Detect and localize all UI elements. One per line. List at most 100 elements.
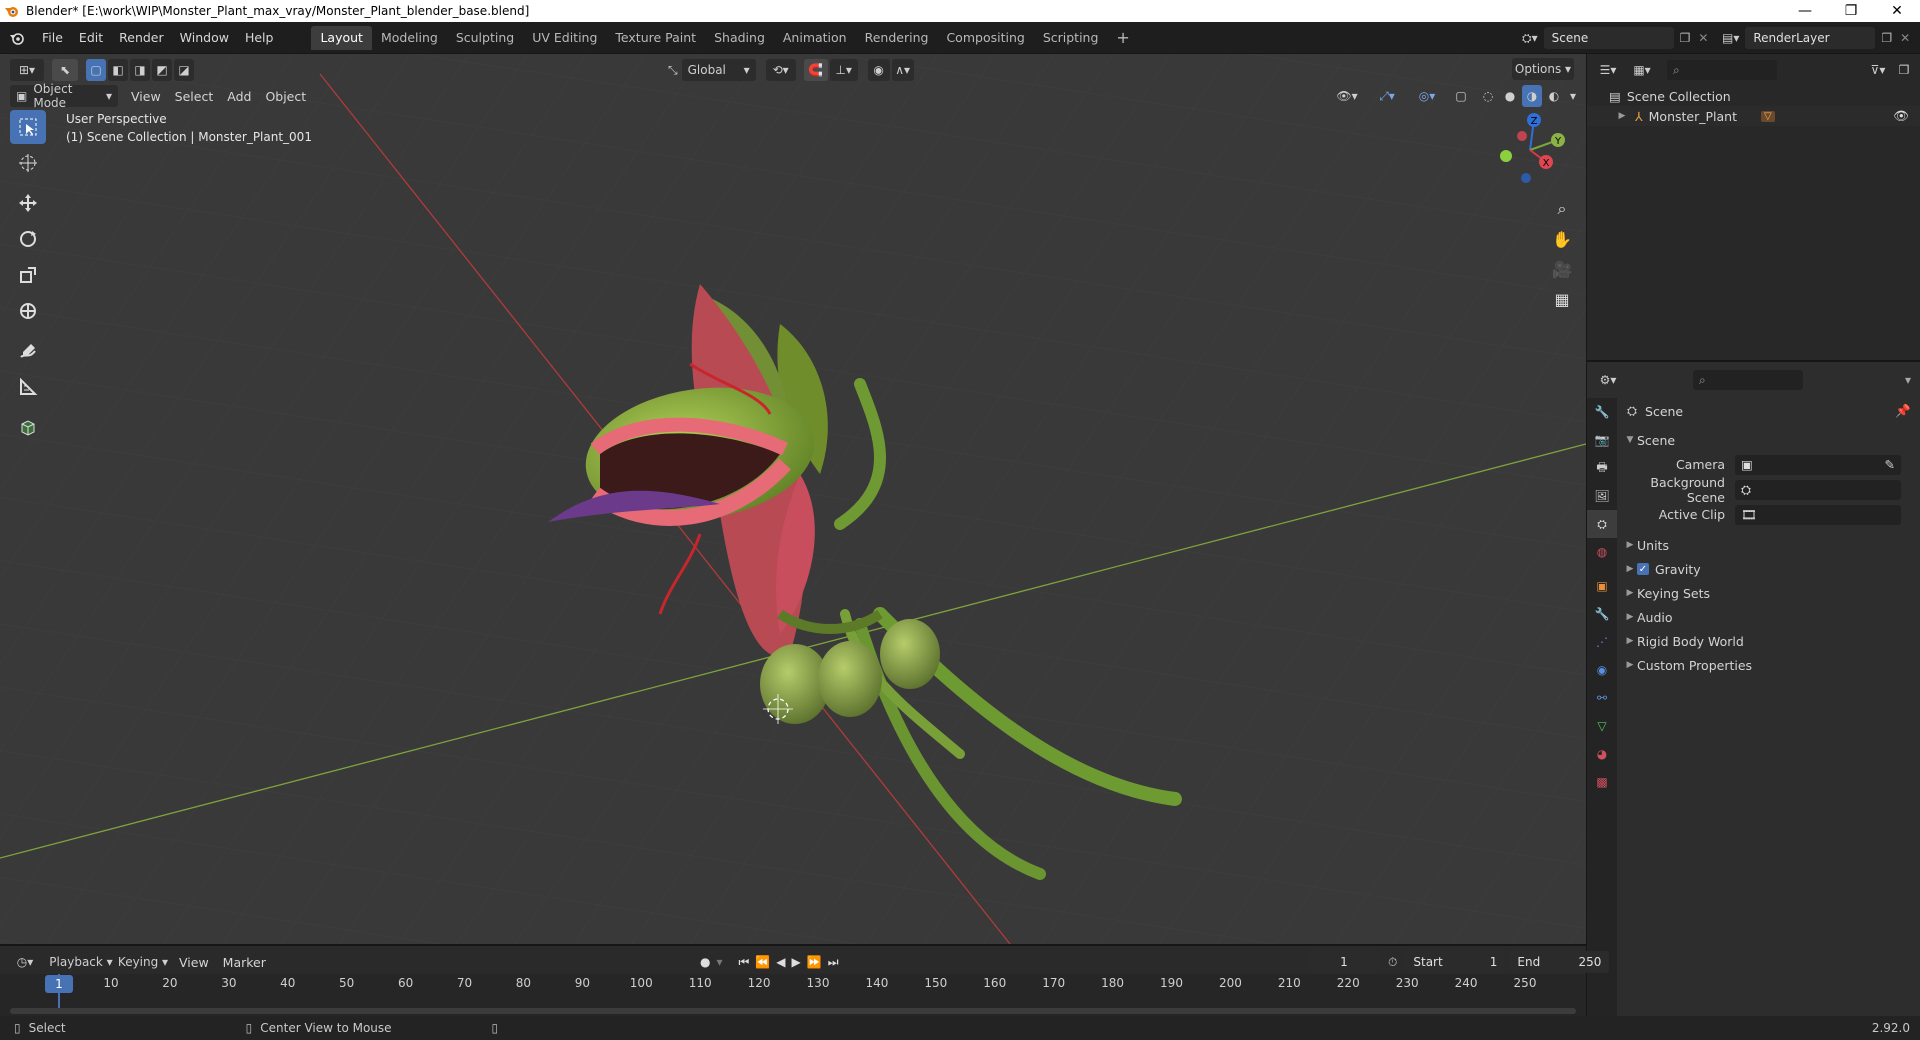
menu-object[interactable]: Object [258,89,313,104]
tab-particles-icon[interactable]: ⋰ [1587,628,1617,656]
timeline-scrollbar[interactable] [10,1008,1576,1014]
select-box-icon[interactable] [10,110,46,144]
properties-options-icon[interactable]: ▾ [1905,373,1911,387]
filter-icon[interactable]: ⊽▾ [1863,59,1893,81]
tab-scripting[interactable]: Scripting [1034,26,1108,50]
options-dropdown[interactable]: Options ▾ [1512,58,1574,80]
cursor-tool-icon[interactable] [10,146,46,180]
properties-editor-type-icon[interactable]: ⚙▾ [1593,369,1623,391]
jump-end-icon[interactable]: ⏭ [828,955,839,970]
next-keyframe-icon[interactable]: ⏩ [807,955,822,969]
active-clip-field[interactable]: 🎞 [1735,504,1901,525]
eyedropper-icon[interactable]: ✎ [1885,457,1895,472]
menu-help[interactable]: Help [237,22,282,54]
measure-tool-icon[interactable] [10,370,46,404]
expand-arrow-icon[interactable]: ▶ [1615,111,1629,121]
display-mode-icon[interactable]: ▦▾ [1627,59,1657,81]
scale-tool-icon[interactable] [10,258,46,292]
pan-hand-icon[interactable]: ✋ [1548,224,1576,254]
object-mode-dropdown[interactable]: ▣ Object Mode ▾ [10,82,118,110]
panel-audio[interactable]: ▶ Audio [1617,605,1920,629]
add-cube-tool-icon[interactable] [10,410,46,444]
overlay-toggle-icon[interactable]: ◎▾ [1410,85,1444,107]
tab-tool-icon[interactable]: 🔧 [1587,398,1617,426]
timeline-view-menu[interactable]: View [172,955,216,970]
tab-modeling[interactable]: Modeling [372,26,447,50]
restore-icon[interactable]: ❐ [1828,0,1874,22]
scene-panel-header[interactable]: ▼ Scene [1617,428,1920,452]
3d-viewport[interactable]: ⊞▾ ⬉ ▢ ◧ ◨ ◩ ◪ ⤡ Global ▾ ⟲▾ 🧲 ⊥▾ ◉ ∧▾ Op… [0,54,1586,944]
tab-animation[interactable]: Animation [774,26,856,50]
tab-render-icon[interactable]: 📷 [1587,426,1617,454]
view-layer-field[interactable]: RenderLayer [1745,27,1876,49]
auto-keying-options-icon[interactable]: ▾ [716,955,722,969]
shading-wireframe-icon[interactable]: ◌ [1478,85,1498,107]
tab-view-layer-icon[interactable]: 🖼 [1587,482,1617,510]
menu-render[interactable]: Render [111,22,172,54]
annotate-tool-icon[interactable] [10,334,46,368]
select-mode-subtract-icon[interactable]: ◨ [130,59,150,81]
xray-toggle-icon[interactable]: ▢ [1450,85,1472,107]
jump-start-icon[interactable]: ⏮ [739,955,750,970]
frame-ruler[interactable]: 10 20 30 40 50 60 70 80 90 100 110 120 130 140 150 160 1… [0,974,1586,1018]
start-frame-field[interactable]: Start 1 [1405,951,1506,973]
menu-select[interactable]: Select [168,89,221,104]
camera-view-icon[interactable]: 🎥 [1548,254,1576,284]
auto-keying-icon[interactable]: ● [700,955,710,969]
tab-scene-icon[interactable]: ⛭ [1587,510,1617,538]
tab-rendering[interactable]: Rendering [856,26,938,50]
tab-physics-icon[interactable]: ◉ [1587,656,1617,684]
snap-target-icon[interactable]: ⊥▾ [829,59,858,81]
tab-compositing[interactable]: Compositing [937,26,1033,50]
outliner-editor-type-icon[interactable]: ☰▾ [1593,59,1623,81]
select-tool-icon[interactable]: ⬉ [52,59,78,81]
snap-toggle-icon[interactable]: 🧲 [803,59,828,81]
select-mode-intersect-icon[interactable]: ◪ [174,59,194,81]
new-scene-icon[interactable]: ❐ [1680,31,1691,45]
falloff-icon[interactable]: ∧▾ [891,59,914,81]
visibility-icon[interactable]: 👁▾ [1330,85,1364,107]
shading-solid-icon[interactable]: ● [1500,85,1520,107]
play-icon[interactable]: ▶ [792,955,801,969]
tab-constraints-icon[interactable]: ⚯ [1587,684,1617,712]
new-collection-icon[interactable]: ❐ [1893,59,1915,81]
playback-menu[interactable]: Playback ▾ [48,951,114,973]
tab-data-icon[interactable]: ▽ [1587,712,1617,740]
preview-range-icon[interactable]: ⏱ [1388,955,1397,970]
object-data-icon[interactable]: ▽ [1760,110,1775,122]
tab-uv-editing[interactable]: UV Editing [523,26,606,50]
gizmo-toggle-icon[interactable]: ⤢▾ [1370,85,1404,107]
tab-object-icon[interactable]: ▣ [1587,572,1617,600]
select-mode-invert-icon[interactable]: ◩ [152,59,172,81]
tab-shading[interactable]: Shading [705,26,774,50]
panel-keying-sets[interactable]: ▶ Keying Sets [1617,581,1920,605]
tab-texture-icon[interactable]: ▩ [1587,768,1617,796]
zoom-icon[interactable]: ⌕ [1548,194,1576,224]
scene-name-field[interactable]: Scene [1543,27,1674,49]
move-tool-icon[interactable] [10,186,46,220]
outliner-item-monster-plant[interactable]: ▶ ⅄ Monster_Plant ▽ 👁 [1587,106,1920,126]
scene-selector-icon[interactable]: ⛭▾ [1522,31,1538,46]
ortho-toggle-icon[interactable]: ▦ [1548,284,1576,314]
transform-orientation-dropdown[interactable]: Global ▾ [681,59,756,81]
gravity-checkbox[interactable]: ✓ [1637,563,1649,575]
menu-file[interactable]: File [34,22,71,54]
tab-world-icon[interactable]: ◍ [1587,538,1617,566]
prev-keyframe-icon[interactable]: ⏪ [755,955,770,969]
outliner-search-input[interactable]: ⌕ [1667,60,1777,80]
blender-menu-icon[interactable] [0,22,34,54]
transform-tool-icon[interactable] [10,294,46,328]
menu-add[interactable]: Add [220,89,258,104]
tab-texture-paint[interactable]: Texture Paint [606,26,705,50]
shading-material-icon[interactable]: ◑ [1522,85,1542,107]
menu-view[interactable]: View [124,89,168,104]
tab-sculpting[interactable]: Sculpting [447,26,523,50]
add-workspace-button[interactable]: + [1107,26,1138,50]
end-frame-field[interactable]: End 250 [1509,951,1610,973]
background-scene-field[interactable]: ⛭ [1735,479,1901,500]
playhead-frame-label[interactable]: 1 [45,975,73,993]
select-mode-new-icon[interactable]: ▢ [86,59,106,81]
proportional-edit-icon[interactable]: ◉ [867,59,890,81]
marker-menu[interactable]: Marker [216,955,273,970]
delete-view-layer-icon[interactable]: ✕ [1900,31,1910,45]
